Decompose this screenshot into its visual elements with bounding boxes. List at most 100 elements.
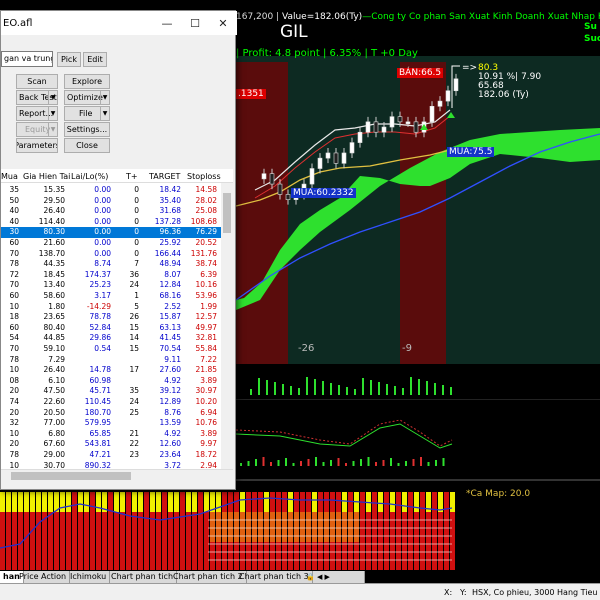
histogram-bar: [247, 461, 250, 466]
explore-button[interactable]: Explore: [64, 74, 110, 89]
table-cell: 29.00: [43, 450, 65, 459]
table-cell: 0.00: [94, 248, 111, 258]
table-cell: 0: [134, 185, 139, 194]
table-row[interactable]: 50 29.50 0.00 0 35.40 28.02: [1, 196, 221, 207]
heatmap-cell: [138, 512, 143, 542]
backtest-button[interactable]: Back Test ▼: [16, 90, 58, 105]
minimize-icon[interactable]: —: [153, 17, 181, 30]
table-cell: 14.58: [195, 185, 217, 194]
chevron-down-icon[interactable]: ▼: [100, 91, 109, 104]
table-row[interactable]: 70 13.40 25.23 24 12.84 10.16: [1, 280, 221, 291]
maximize-icon[interactable]: ☐: [181, 17, 209, 30]
scroll-thumb-h[interactable]: [11, 472, 131, 480]
table-cell: 20.52: [195, 238, 217, 247]
table-row[interactable]: 74 22.60 110.45 24 12.89 10.20: [1, 397, 221, 408]
col-lai-lo[interactable]: Lai/Lo(%): [71, 172, 108, 181]
app-window: 167,200 | Value=182.06(Ty)—Cong ty Co ph…: [0, 0, 600, 600]
table-row[interactable]: 54 44.85 29.86 14 41.45 32.81: [1, 333, 221, 344]
candle-body: [261, 173, 267, 180]
file-button[interactable]: File ▼: [64, 106, 110, 121]
results-grid[interactable]: Mua Gia Hien Tai Lai/Lo(%) T+ TARGET Sto…: [1, 169, 233, 469]
table-row[interactable]: 78 7.29 9.11 7.22: [1, 355, 221, 366]
horizontal-scrollbar[interactable]: [1, 469, 233, 481]
table-row[interactable]: 70 59.10 0.54 15 70.54 55.84: [1, 344, 221, 355]
table-row[interactable]: 32 77.00 579.95 13.59 10.76: [1, 418, 221, 429]
dialog-title-bar[interactable]: EO.afl — ☐ ✕: [1, 11, 237, 35]
equity-button[interactable]: Equity ▼: [16, 122, 58, 137]
table-row[interactable]: 20 67.60 543.81 22 12.60 9.97: [1, 439, 221, 450]
tab-price-action[interactable]: Price Action: [16, 571, 71, 583]
heatmap-cell: [450, 512, 455, 542]
table-row[interactable]: 20 47.50 45.71 35 39.12 30.97: [1, 386, 221, 397]
heatmap-cell: [408, 492, 413, 512]
table-cell: 114.40: [38, 216, 65, 226]
table-cell: 38.74: [195, 259, 217, 269]
heatmap-cell: [30, 512, 35, 542]
heatmap-cell: [288, 542, 293, 570]
histogram-bar: [277, 460, 280, 466]
pick-button[interactable]: Pick: [57, 52, 81, 67]
table-row[interactable]: 10 1.80 -14.29 5 2.52 1.99: [1, 302, 221, 313]
heatmap-cell: [72, 512, 77, 542]
chevron-down-icon[interactable]: ▼: [100, 107, 109, 120]
tab-chart-phan-tich[interactable]: Chart phan tich: [108, 571, 178, 583]
tab-chart-phan-tich-3[interactable]: Chart phan tich 3: [236, 571, 313, 583]
table-row[interactable]: 78 44.35 8.74 7 48.94 38.74: [1, 259, 221, 270]
table-row[interactable]: 08 6.10 60.98 4.92 3.89: [1, 376, 221, 387]
table-cell: 67.60: [43, 439, 65, 449]
col-gia-hien-tai[interactable]: Gia Hien Tai: [23, 172, 70, 181]
table-row[interactable]: 35 15.35 0.00 0 18.42 14.58: [1, 185, 221, 196]
label-left-red: .1351: [236, 89, 266, 99]
tab-ichimoku[interactable]: Ichimoku: [67, 571, 111, 583]
close-button[interactable]: Close: [64, 138, 110, 153]
tab-nav-arrows[interactable]: 🔒 ◀ ▶: [303, 571, 365, 583]
heatmap-cell: [414, 492, 419, 512]
scroll-thumb[interactable]: [223, 193, 231, 233]
table-row[interactable]: 10 6.80 65.85 21 4.92 3.89: [1, 429, 221, 440]
table-cell: 12.84: [159, 280, 181, 290]
heatmap-cell: [0, 512, 5, 542]
heatmap-cell: [84, 542, 89, 570]
heatmap-cell: [150, 512, 155, 542]
table-row[interactable]: 40 114.40 0.00 0 137.28 108.68: [1, 217, 221, 228]
table-row[interactable]: 30 80.30 0.00 0 96.36 76.29: [1, 227, 221, 238]
col-t-plus[interactable]: T+: [126, 172, 138, 181]
table-row[interactable]: 20 20.50 180.70 25 8.76 6.94: [1, 408, 221, 419]
scan-button[interactable]: Scan: [16, 74, 58, 89]
edit-button[interactable]: Edit: [83, 52, 107, 67]
analysis-dialog[interactable]: EO.afl — ☐ ✕ gan va trung hai Pick Edit …: [0, 10, 237, 490]
table-row[interactable]: 78 29.00 47.21 23 23.64 18.72: [1, 450, 221, 461]
table-row[interactable]: 60 80.40 52.84 15 63.13 49.97: [1, 323, 221, 334]
chevron-down-icon[interactable]: ▼: [48, 91, 57, 104]
table-row[interactable]: 72 18.45 174.37 36 8.07 6.39: [1, 270, 221, 281]
close-icon[interactable]: ✕: [209, 17, 237, 30]
heatmap-cell: [180, 542, 185, 570]
optimize-button[interactable]: Optimize ▼: [64, 90, 110, 105]
table-row[interactable]: 10 26.40 14.78 17 27.60 21.85: [1, 365, 221, 376]
table-row[interactable]: 40 26.40 0.00 0 31.68 25.08: [1, 206, 221, 217]
settings-button[interactable]: Settings...: [64, 122, 110, 137]
report-button[interactable]: Report... ▼: [16, 106, 58, 121]
histogram-bar: [352, 461, 355, 466]
table-row[interactable]: 60 58.60 3.17 1 68.16 53.96: [1, 291, 221, 302]
chevron-down-icon[interactable]: ▼: [48, 123, 57, 136]
table-row[interactable]: 60 21.60 0.00 0 25.92 20.52: [1, 238, 221, 249]
chevron-down-icon[interactable]: ▼: [48, 107, 57, 120]
table-row[interactable]: 70 138.70 0.00 0 166.44 131.76: [1, 249, 221, 260]
volume-bar: [266, 380, 268, 395]
filter-combo[interactable]: gan va trung hai: [1, 51, 53, 67]
parameters-button[interactable]: Parameters: [16, 138, 58, 153]
status-bar: X: Y: HSX, Co phieu, 3000 Hang Tieu dung…: [0, 583, 600, 600]
heatmap-cell: [336, 542, 341, 570]
histogram-bar: [382, 460, 385, 466]
vertical-scrollbar[interactable]: [221, 183, 233, 469]
heatmap-cell: [216, 512, 221, 542]
table-row[interactable]: 10 30.70 890.32 3.72 2.94: [1, 461, 221, 469]
heatmap-cell: [96, 512, 101, 542]
col-mua[interactable]: Mua: [1, 172, 18, 181]
col-target[interactable]: TARGET: [149, 172, 180, 181]
table-cell: 29.50: [43, 195, 65, 205]
col-stoploss[interactable]: Stoploss: [187, 172, 221, 181]
table-row[interactable]: 18 23.65 78.78 26 15.87 12.57: [1, 312, 221, 323]
table-cell: 20: [9, 407, 19, 417]
